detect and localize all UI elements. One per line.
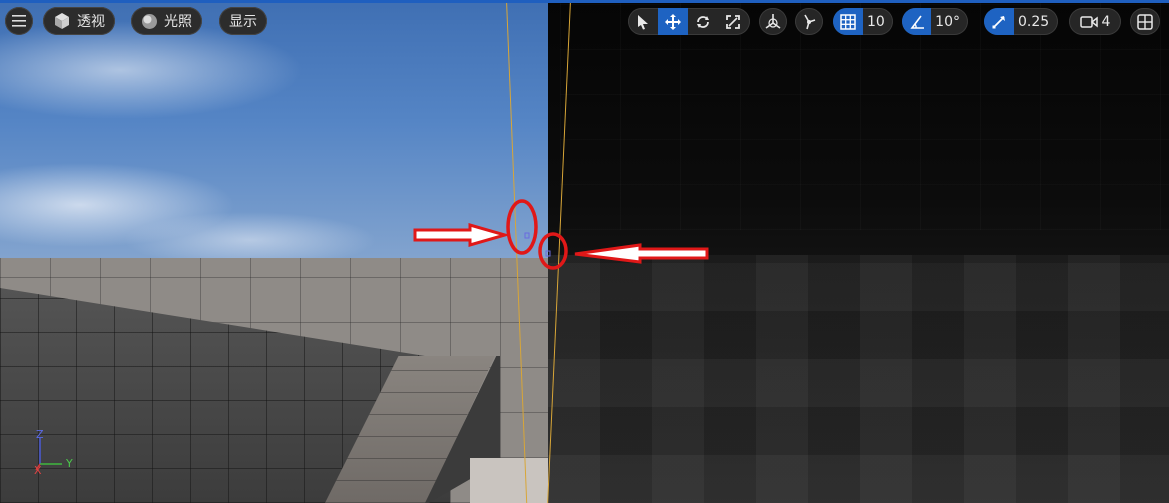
camera-icon [1079,15,1098,29]
move-tool-button[interactable] [658,8,688,35]
scale-snap-icon [991,14,1007,30]
show-label: 显示 [229,14,257,30]
angle-icon [909,14,925,30]
scale-tool-button[interactable] [718,8,748,35]
viewport-active-border [0,0,1169,3]
show-button[interactable]: 显示 [219,7,267,35]
rotation-snap-toggle[interactable] [902,8,932,35]
grid-snap-control[interactable]: 10 [833,8,893,35]
axis-gizmo: Z Y X [32,428,82,478]
lighting-label: 光照 [164,14,192,30]
select-arrow-icon [637,14,649,30]
axis-z-label: Z [36,428,44,441]
viewport-menu-button[interactable] [5,7,33,35]
rotate-icon [695,14,711,30]
level-viewport[interactable]: 透视 光照 显示 10 10° 0.25 4 Z Y X [0,0,1169,503]
move-icon [665,13,681,30]
scale-snap-value[interactable]: 0.25 [1014,14,1057,30]
grid-snap-toggle[interactable] [833,8,863,35]
perspective-button[interactable]: 透视 [43,7,115,35]
scale-snap-toggle[interactable] [984,8,1014,35]
grid-snap-value[interactable]: 10 [863,14,893,30]
rotate-tool-button[interactable] [688,8,718,35]
axis-y-label: Y [66,457,73,470]
surface-snap-icon [800,13,818,31]
viewport-layout-icon [1137,13,1153,30]
camera-speed-control[interactable]: 4 [1069,8,1121,35]
rotation-snap-value[interactable]: 10° [931,14,968,30]
sky-background [0,0,560,270]
dark-checker-floor [548,255,1169,503]
globe-axes-icon [764,13,782,31]
lighting-button[interactable]: 光照 [131,7,202,35]
world-local-button[interactable] [759,8,787,35]
grid-icon [840,13,856,30]
hamburger-icon [12,15,26,27]
floor-strip [470,458,550,503]
transform-tools-group [628,8,750,35]
sphere-icon [141,13,158,30]
rotation-snap-control[interactable]: 10° [902,8,968,35]
cube-icon [53,12,71,30]
surface-snap-button[interactable] [795,8,823,35]
scale-icon [725,14,741,30]
viewport-layout-button[interactable] [1130,8,1160,35]
axis-x-label: X [34,464,42,477]
scale-snap-control[interactable]: 0.25 [984,8,1058,35]
camera-speed-value: 4 [1101,13,1111,30]
perspective-label: 透视 [77,14,105,30]
select-tool-button[interactable] [628,8,658,35]
